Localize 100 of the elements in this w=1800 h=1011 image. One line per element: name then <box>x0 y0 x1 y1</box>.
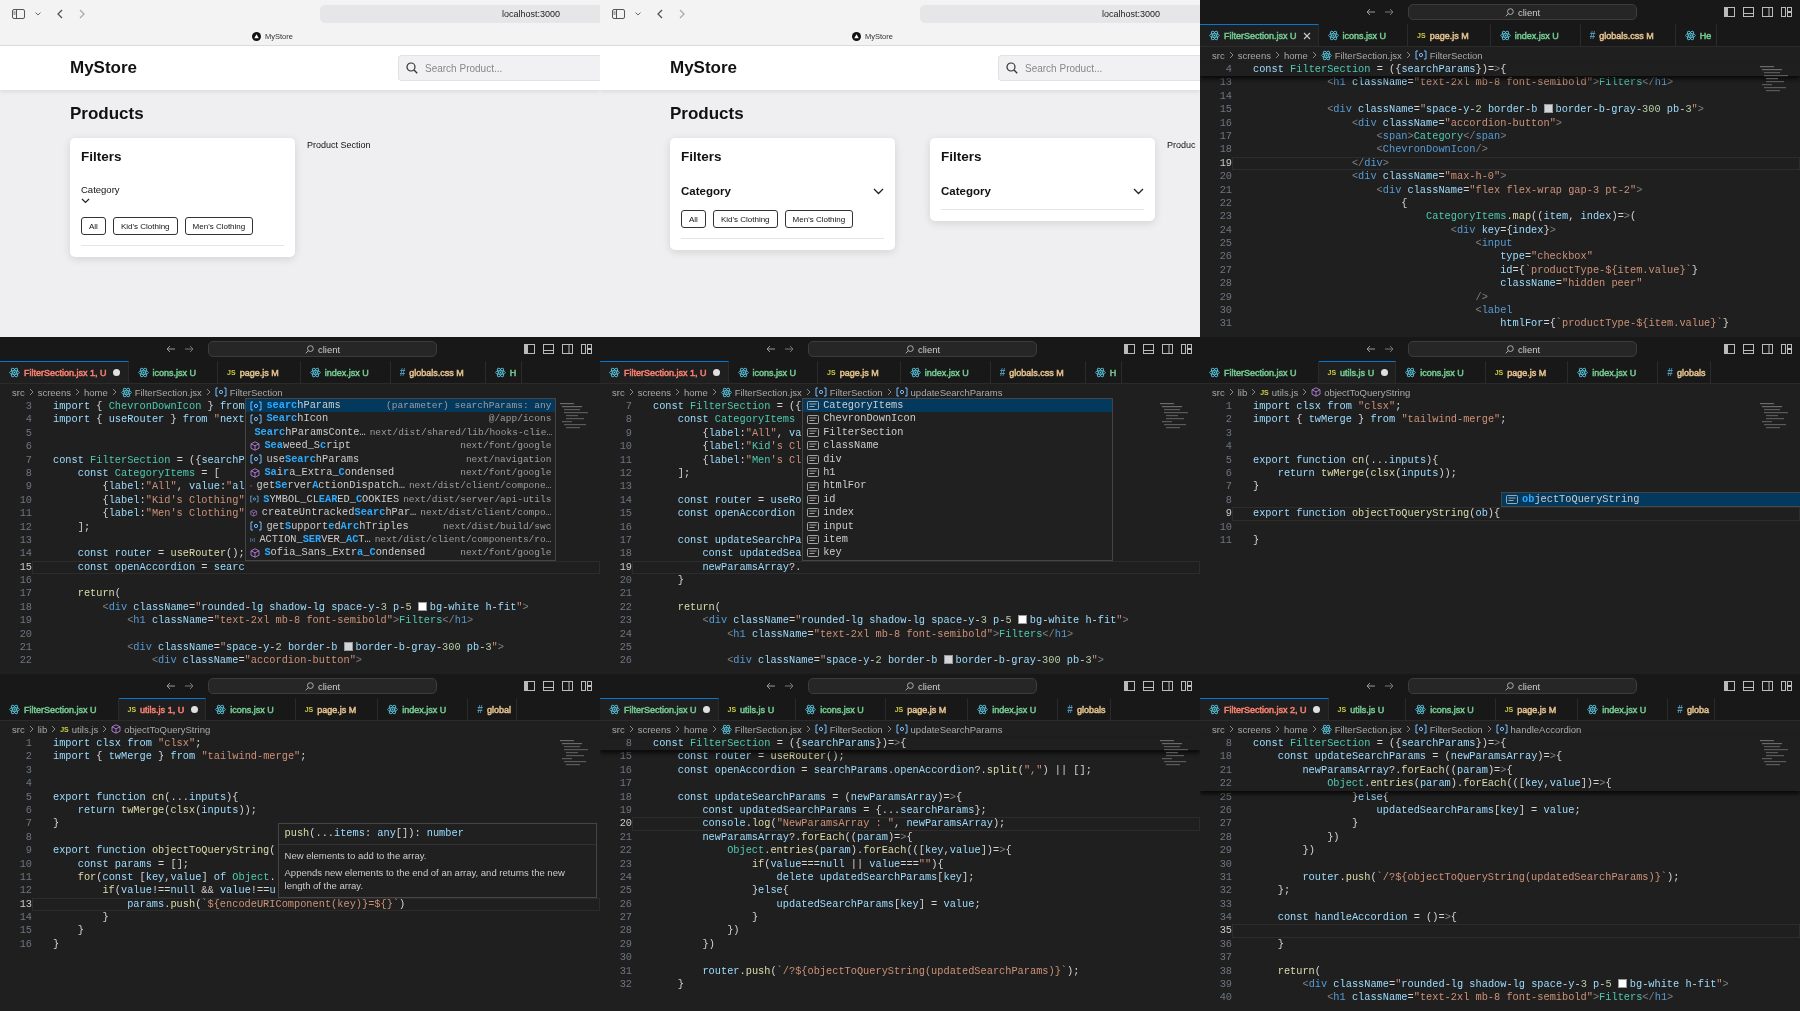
sidebar-right-icon[interactable] <box>1762 344 1773 354</box>
arrow-right-icon[interactable] <box>1384 345 1394 353</box>
filter-chip[interactable]: Kid's Clothing <box>112 217 178 235</box>
suggestion-item[interactable]: Seaweed_Script next/font/google <box>246 439 556 453</box>
breadcrumb-item[interactable]: screens <box>1237 723 1271 735</box>
suggestion-item[interactable]: input <box>803 519 1113 533</box>
breadcrumb-item[interactable]: objectToQueryString <box>111 723 211 735</box>
breadcrumb-item[interactable]: FilterSection.jsx <box>720 386 802 398</box>
sidebar-icon[interactable] <box>612 8 625 19</box>
search-field[interactable]: client <box>1408 678 1637 694</box>
suggestion-item[interactable]: index <box>803 506 1113 520</box>
breadcrumb-item[interactable]: src <box>1212 723 1225 735</box>
breadcrumb-item[interactable]: FilterSection.jsx <box>1320 723 1402 735</box>
suggestion-item[interactable]: Saira_Extra_Condensed next/font/google <box>246 465 556 480</box>
suggestion-item[interactable]: className <box>803 439 1113 453</box>
breadcrumb-item[interactable]: FilterSection <box>1414 723 1483 735</box>
sidebar-left-icon[interactable] <box>1724 344 1735 354</box>
address-bar[interactable]: localhost:3000 <box>320 4 600 23</box>
sidebar-icon[interactable] <box>12 8 25 19</box>
sidebar-left-icon[interactable] <box>524 344 535 354</box>
suggestion-item[interactable]: Sofia_Sans_Extra_Condensed next/font/google <box>246 546 556 560</box>
search-field[interactable]: client <box>808 341 1037 357</box>
sidebar-right-icon[interactable] <box>562 681 573 691</box>
sidebar-right-icon[interactable] <box>562 344 573 354</box>
layout-icon[interactable] <box>581 344 592 354</box>
suggestion-item[interactable]: useSearchParams next/navigation <box>246 452 556 466</box>
sidebar-left-icon[interactable] <box>1724 7 1735 17</box>
layout-icon[interactable] <box>1781 7 1792 17</box>
filter-chip[interactable]: All <box>81 217 106 235</box>
search-field[interactable]: client <box>208 678 437 694</box>
breadcrumb-item[interactable]: src <box>1212 49 1225 61</box>
arrow-right-icon[interactable] <box>1384 682 1394 690</box>
search-field[interactable]: client <box>1408 341 1637 357</box>
filter-chip[interactable]: Kid's Clothing <box>712 210 778 228</box>
breadcrumb-item[interactable]: FilterSection.jsx <box>120 386 202 398</box>
sidebar-right-icon[interactable] <box>1162 681 1173 691</box>
accordion-button[interactable]: Category <box>941 183 1144 199</box>
breadcrumb-item[interactable]: lib <box>1237 386 1248 398</box>
breadcrumb-item[interactable]: screens <box>1237 49 1271 61</box>
arrow-right-icon[interactable] <box>784 345 794 353</box>
layout-icon[interactable] <box>1181 681 1192 691</box>
panel-bottom-icon[interactable] <box>543 681 554 691</box>
sidebar-right-icon[interactable] <box>1162 344 1173 354</box>
editor-tab[interactable]: FilterSection.jsx U <box>600 698 719 720</box>
breadcrumb-item[interactable]: src <box>612 723 625 735</box>
breadcrumb-item[interactable]: home <box>1283 49 1308 61</box>
breadcrumb-item[interactable]: lib <box>37 723 48 735</box>
breadcrumb-item[interactable]: FilterSection <box>814 386 883 398</box>
arrow-left-icon[interactable] <box>766 682 776 690</box>
panel-bottom-icon[interactable] <box>1743 681 1754 691</box>
breadcrumb-item[interactable]: screens <box>637 723 671 735</box>
chevron-left-icon[interactable] <box>57 8 63 19</box>
breadcrumb-item[interactable]: home <box>683 723 708 735</box>
suggestion-item[interactable]: SYMBOL_CLEARED_COOKIES next/dist/server/api-utils <box>246 492 556 507</box>
suggestion-item[interactable]: div <box>803 452 1113 466</box>
arrow-left-icon[interactable] <box>766 345 776 353</box>
breadcrumb-item[interactable]: FilterSection.jsx <box>720 723 802 735</box>
suggestion-item[interactable]: SearchParamsConte… next/dist/shared/lib/hooks-clie… <box>246 425 556 440</box>
filter-chip[interactable]: Men's Clothing <box>184 217 254 235</box>
layout-icon[interactable] <box>1781 681 1792 691</box>
suggestion-item[interactable]: ChevronDownIcon <box>803 412 1113 426</box>
editor-tab[interactable]: FilterSection.jsx 1, U <box>0 361 129 383</box>
breadcrumb-item[interactable]: updateSearchParams <box>895 723 1003 735</box>
filter-chip[interactable]: Men's Clothing <box>784 210 854 228</box>
filter-chip[interactable]: All <box>681 210 706 228</box>
arrow-left-icon[interactable] <box>1366 345 1376 353</box>
panel-bottom-icon[interactable] <box>1743 7 1754 17</box>
breadcrumb-item[interactable]: FilterSection <box>814 723 883 735</box>
breadcrumb-item[interactable]: FilterSection <box>214 386 283 398</box>
address-bar[interactable]: localhost:3000 <box>920 4 1200 23</box>
accordion-button[interactable]: Category <box>681 183 884 199</box>
search-field[interactable]: client <box>808 678 1037 694</box>
panel-bottom-icon[interactable] <box>1143 681 1154 691</box>
layout-icon[interactable] <box>581 681 592 691</box>
panel-bottom-icon[interactable] <box>1743 344 1754 354</box>
arrow-left-icon[interactable] <box>166 682 176 690</box>
suggestion-item[interactable]: objectToQueryString <box>1502 492 1800 507</box>
sidebar-left-icon[interactable] <box>524 681 535 691</box>
chevron-left-icon[interactable] <box>657 8 663 19</box>
sidebar-left-icon[interactable] <box>1124 681 1135 691</box>
sidebar-right-icon[interactable] <box>1762 7 1773 17</box>
breadcrumb-item[interactable]: home <box>1283 723 1308 735</box>
breadcrumb-item[interactable]: screens <box>37 386 71 398</box>
suggestion-item[interactable]: getSupportedArchTriples next/dist/build/swc <box>246 519 556 533</box>
breadcrumb-item[interactable]: home <box>83 386 108 398</box>
search-field[interactable]: Search Product... <box>398 55 600 81</box>
chevron-down-icon[interactable] <box>35 11 41 16</box>
search-field[interactable]: client <box>208 341 437 357</box>
editor-tab[interactable]: FilterSection.jsx 2, U <box>1200 698 1329 720</box>
breadcrumb-item[interactable]: handleAccordion <box>1495 723 1582 735</box>
arrow-right-icon[interactable] <box>1384 8 1394 16</box>
panel-bottom-icon[interactable] <box>543 344 554 354</box>
breadcrumb-item[interactable]: screens <box>637 386 671 398</box>
suggestion-item[interactable]: key <box>803 546 1113 560</box>
arrow-right-icon[interactable] <box>184 682 194 690</box>
sidebar-left-icon[interactable] <box>1724 681 1735 691</box>
suggestion-item[interactable]: item <box>803 532 1113 547</box>
sidebar-right-icon[interactable] <box>1762 681 1773 691</box>
search-field[interactable]: Search Product... <box>998 55 1200 81</box>
arrow-right-icon[interactable] <box>184 345 194 353</box>
